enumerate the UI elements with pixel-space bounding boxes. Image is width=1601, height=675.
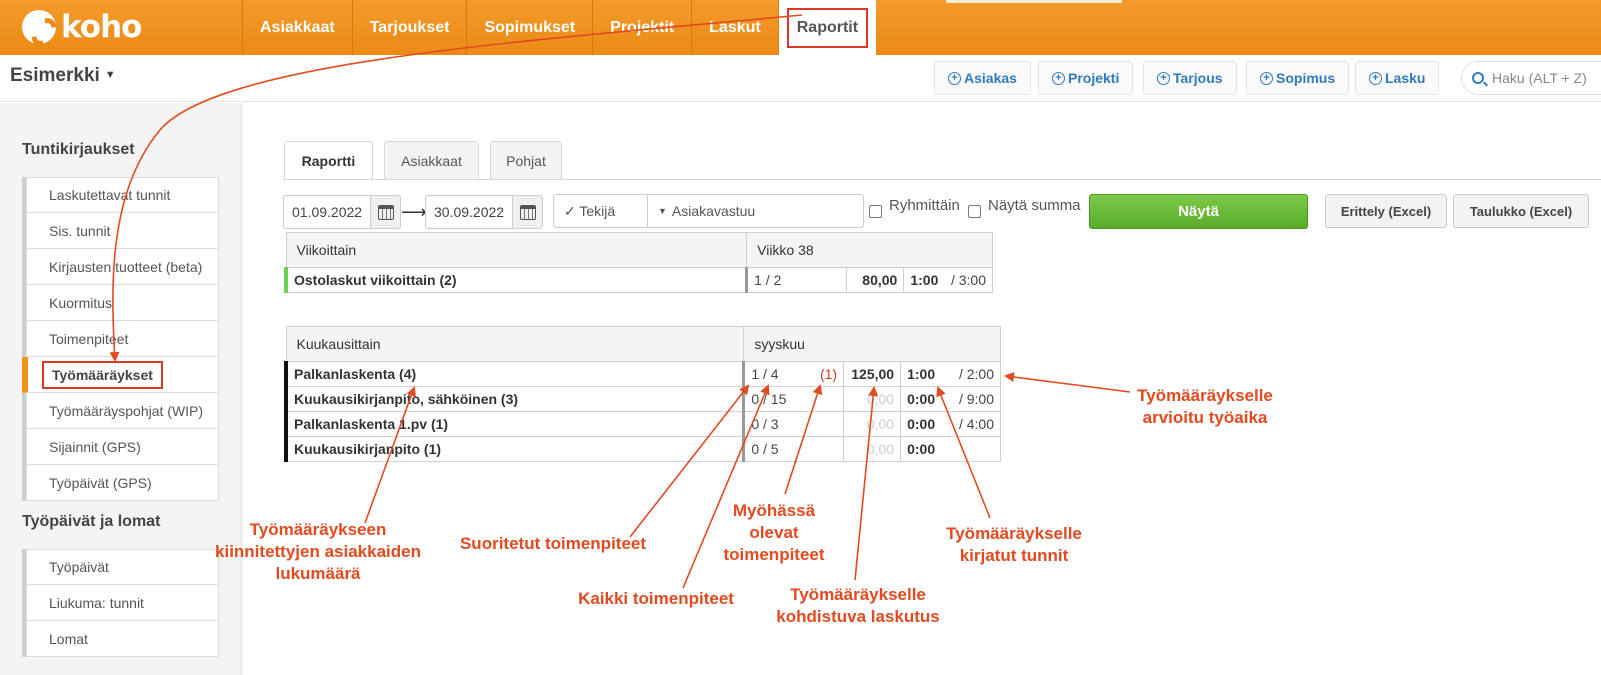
- arrow-billing: [854, 386, 879, 581]
- arrow-estimate: [1004, 372, 1131, 393]
- annotation-late: Myöhässä olevat toimenpiteet: [723, 501, 825, 564]
- arrow-raportit-to-tyomaaraykset: [109, 14, 803, 362]
- annotation-completed: Suoritetut toimenpiteet: [459, 534, 647, 553]
- annotation-hours: Työmääräykselle kirjatut tunnit: [946, 524, 1082, 565]
- annotation-billing: Työmääräykselle kohdistuva laskutus: [776, 585, 940, 626]
- annotation-customers: Työmääräykseen kiinnitettyjen asiakkaide…: [215, 520, 421, 583]
- arrow-late: [784, 384, 823, 495]
- arrow-customers: [364, 386, 416, 524]
- annotation-all: Kaikki toimenpiteet: [578, 589, 734, 608]
- annotation-estimate: Työmääräykselle arvioitu työaika: [1137, 386, 1273, 427]
- arrow-hours: [936, 386, 991, 519]
